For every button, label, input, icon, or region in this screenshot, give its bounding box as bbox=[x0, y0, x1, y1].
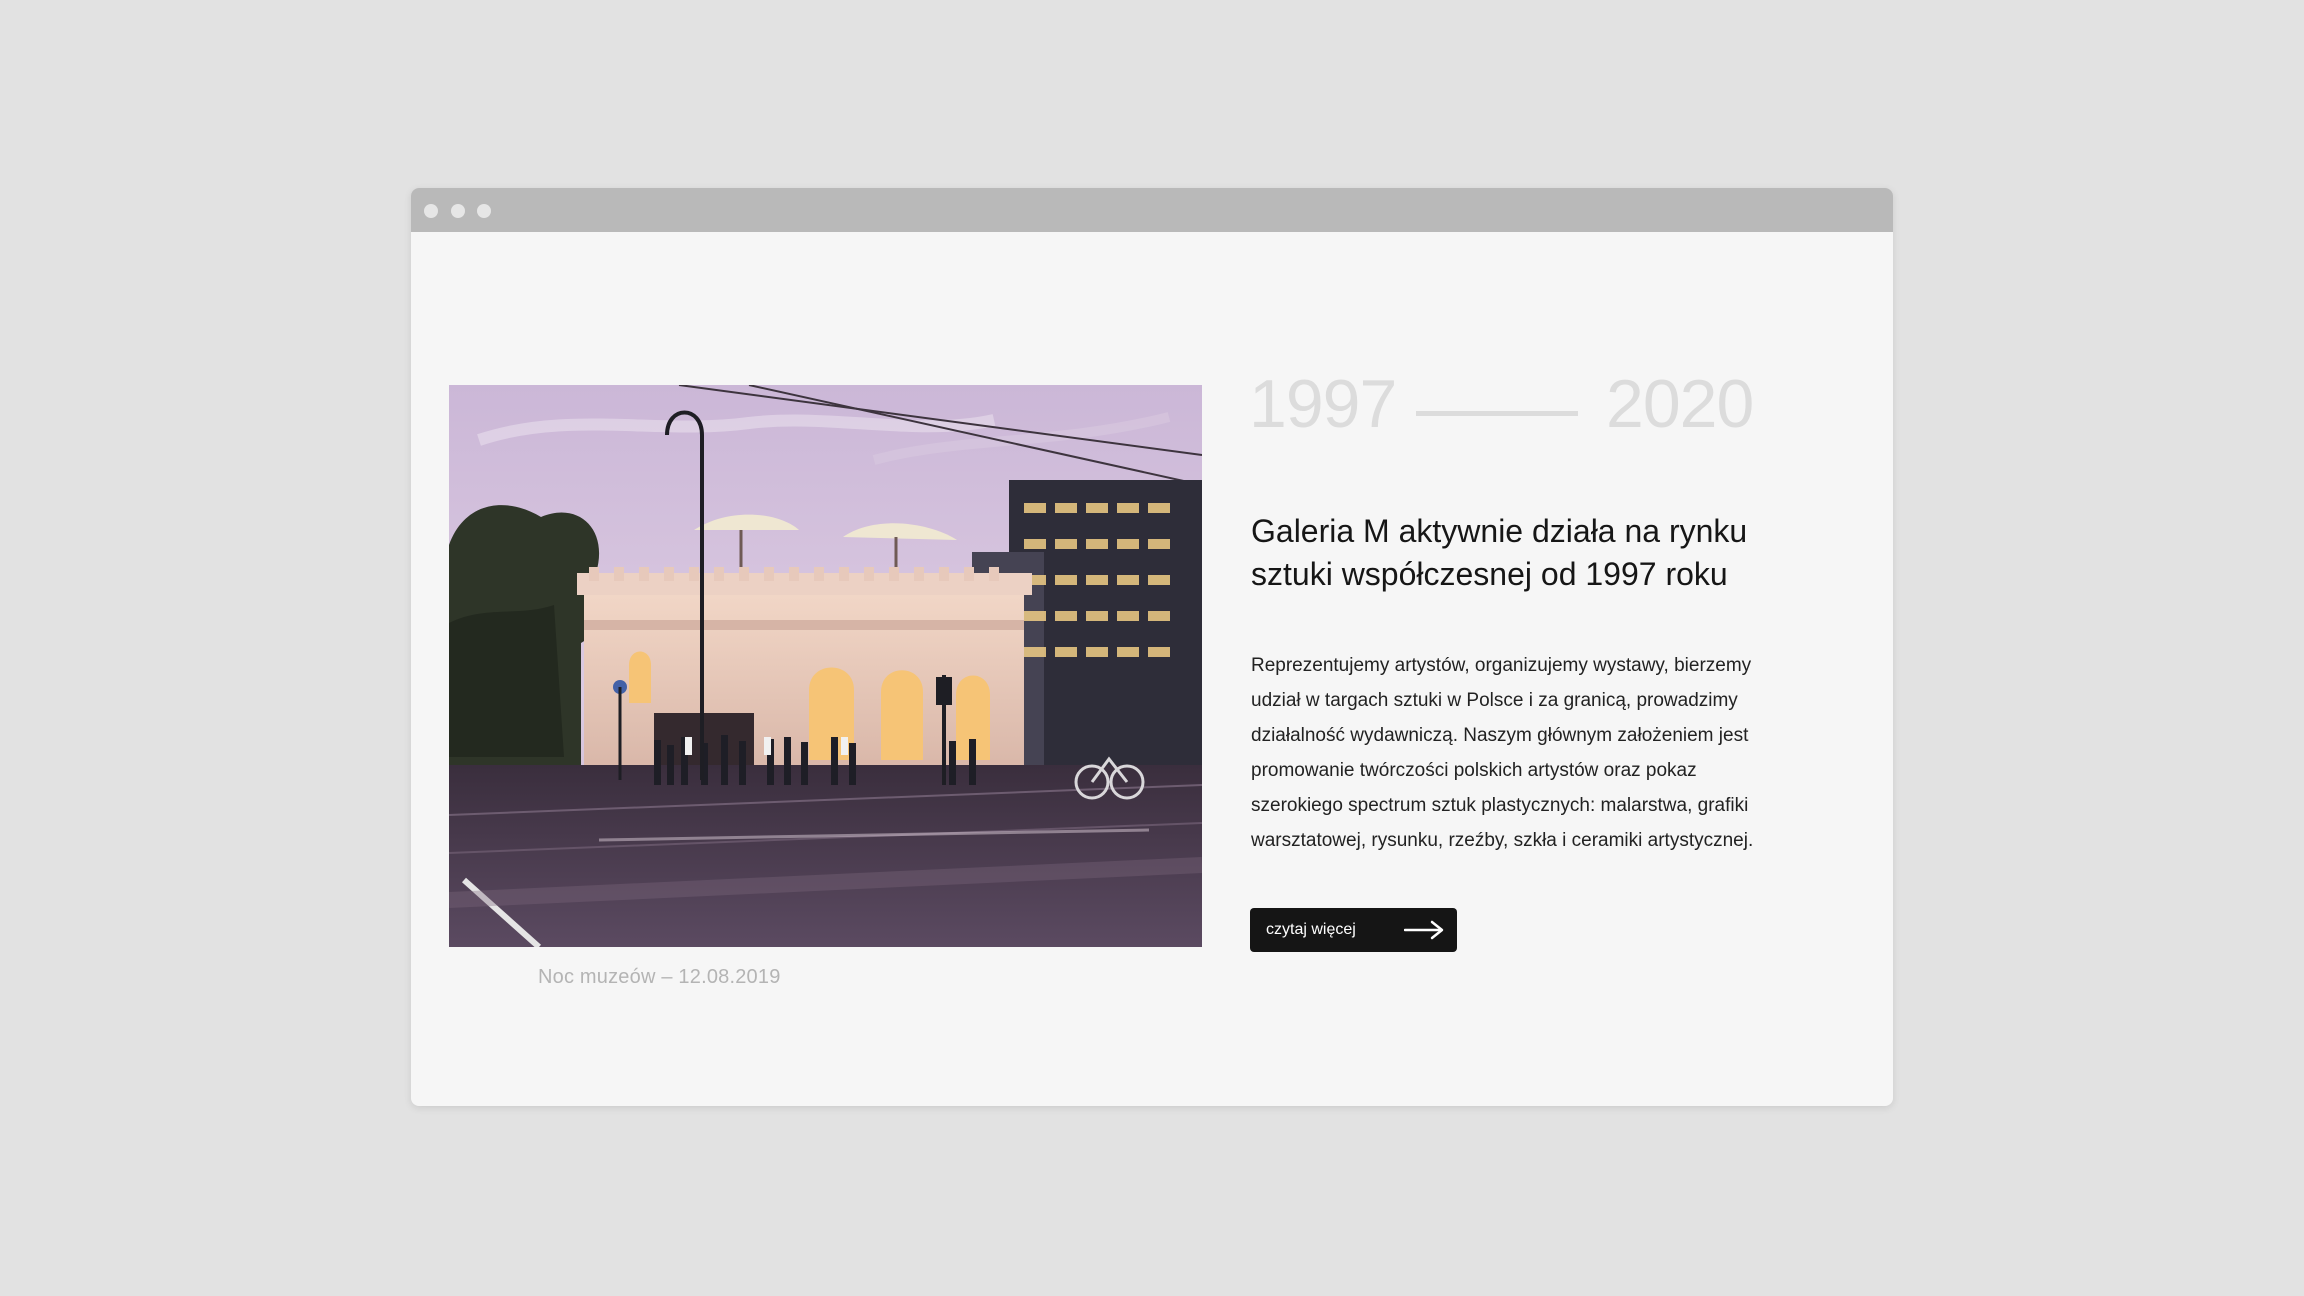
read-more-button[interactable]: czytaj więcej bbox=[1250, 908, 1457, 952]
gallery-photo bbox=[449, 385, 1202, 947]
section-description: Reprezentujemy artystów, organizujemy wy… bbox=[1251, 655, 1754, 851]
arrow-right-icon bbox=[1404, 920, 1444, 940]
browser-window: Noc muzeów – 12.08.2019 1997 2020 Galeri… bbox=[411, 188, 1893, 1106]
section-headline: Galeria M aktywnie działa na rynku sztuk… bbox=[1251, 513, 1748, 592]
photo-caption: Noc muzeów – 12.08.2019 bbox=[538, 966, 781, 988]
gallery-building-image bbox=[449, 385, 1202, 947]
timeline-start-year: 1997 bbox=[1249, 366, 1397, 442]
window-maximize-dot[interactable] bbox=[477, 204, 491, 218]
window-close-dot[interactable] bbox=[424, 204, 438, 218]
timeline-end-year: 2020 bbox=[1606, 366, 1754, 442]
window-minimize-dot[interactable] bbox=[451, 204, 465, 218]
timeline-divider bbox=[1416, 411, 1578, 416]
read-more-label: czytaj więcej bbox=[1266, 921, 1356, 938]
window-title-bar bbox=[411, 188, 1893, 232]
